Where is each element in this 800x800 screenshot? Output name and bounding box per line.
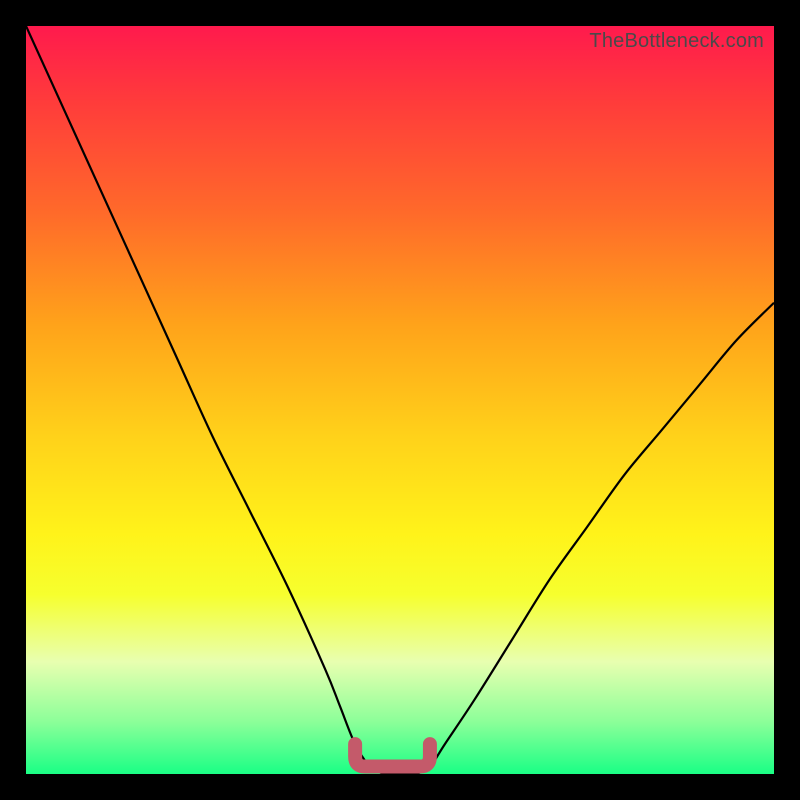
chart-frame: TheBottleneck.com xyxy=(0,0,800,800)
optimal-zone-marker xyxy=(355,744,430,766)
chart-plot-area: TheBottleneck.com xyxy=(26,26,774,774)
bottleneck-curve xyxy=(26,26,774,774)
watermark-text: TheBottleneck.com xyxy=(589,30,764,53)
chart-svg xyxy=(26,26,774,774)
